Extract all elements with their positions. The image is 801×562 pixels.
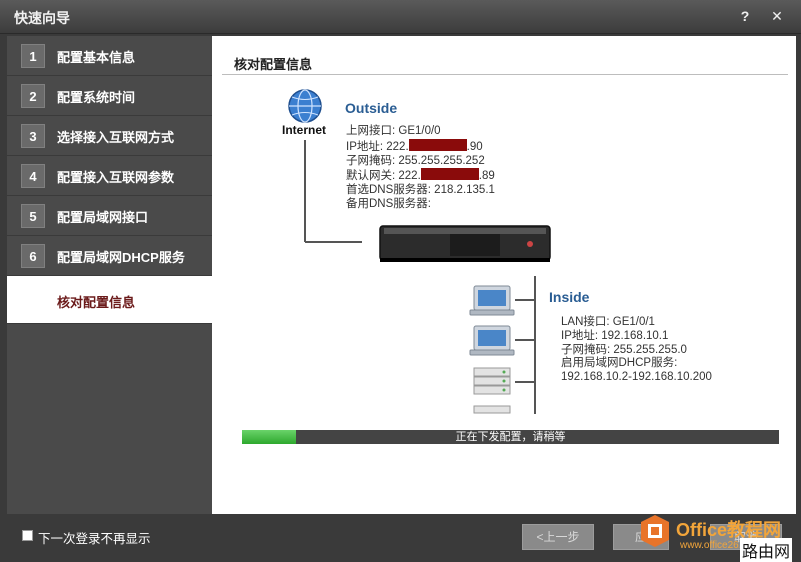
- outside-primary-dns: 首选DNS服务器: 218.2.135.1: [346, 184, 495, 197]
- step-number: 2: [21, 84, 45, 108]
- step-review-config[interactable]: 7 核对配置信息: [7, 276, 212, 324]
- dont-show-again-label: 下一次登录不再显示: [38, 532, 151, 546]
- step-number: 3: [21, 124, 45, 148]
- step-system-time[interactable]: 2 配置系统时间: [7, 76, 212, 116]
- step-label: 配置接入互联网参数: [57, 170, 175, 185]
- inside-dhcp-range: 192.168.10.2-192.168.10.200: [561, 371, 712, 384]
- step-number: 7: [21, 284, 45, 308]
- title-bar: 快速向导 ? ✕: [0, 0, 801, 34]
- outside-gateway-suffix: .89: [478, 170, 495, 183]
- outside-gateway-prefix: 默认网关: 222.: [346, 170, 421, 183]
- help-icon[interactable]: ?: [736, 7, 754, 25]
- outside-heading: Outside: [345, 100, 398, 116]
- globe-icon: [288, 89, 322, 123]
- internet-label: Internet: [282, 123, 327, 137]
- inside-info: LAN接口: GE1/0/1 IP地址: 192.168.10.1 子网掩码: …: [561, 316, 712, 385]
- inside-interface: LAN接口: GE1/0/1: [561, 316, 655, 328]
- wizard-window: 快速向导 ? ✕ 1 配置基本信息 2 配置系统时间 3 选择接入互联网方式 4…: [0, 0, 801, 562]
- step-label: 配置基本信息: [57, 50, 136, 65]
- outside-secondary-dns: 备用DNS服务器:: [346, 197, 431, 210]
- inside-netmask: 子网掩码: 255.255.255.0: [561, 343, 687, 356]
- outside-interface: 上网接口: GE1/0/0: [346, 125, 441, 137]
- step-label: 核对配置信息: [57, 295, 136, 310]
- outside-netmask: 子网掩码: 255.255.255.252: [346, 154, 485, 167]
- inside-dhcp-label: 启用局域网DHCP服务:: [561, 357, 678, 370]
- step-label: 配置局域网接口: [57, 210, 149, 225]
- progress-bar: 正在下发配置，请稍等: [242, 430, 779, 444]
- redaction-block: [420, 168, 479, 181]
- office-logo-icon: [641, 515, 669, 547]
- step-lan-interface[interactable]: 5 配置局域网接口: [7, 196, 212, 236]
- step-lan-dhcp[interactable]: 6 配置局域网DHCP服务: [7, 236, 212, 276]
- content-panel: 核对配置信息 Internet Outside 上网接口: GE1/0/0 IP…: [212, 36, 796, 514]
- outside-info: 上网接口: GE1/0/0 IP地址: 222. .90 子网掩码: 255.25…: [346, 125, 495, 212]
- laptop-icon: [469, 285, 515, 316]
- step-number: 6: [21, 244, 45, 268]
- outside-gateway-row: 默认网关: 222. .89: [346, 168, 495, 184]
- window-title: 快速向导: [14, 10, 70, 26]
- progress-text: 正在下发配置，请稍等: [455, 431, 566, 443]
- outside-ip-prefix: IP地址: 222.: [346, 140, 409, 153]
- step-number: 1: [21, 44, 45, 68]
- firewall-device-icon: [379, 225, 551, 262]
- dont-show-again-checkbox[interactable]: [22, 530, 33, 541]
- step-label: 配置系统时间: [57, 90, 136, 105]
- step-number: 4: [21, 164, 45, 188]
- step-number: 5: [21, 204, 45, 228]
- step-internet-mode[interactable]: 3 选择接入互联网方式: [7, 116, 212, 156]
- step-label: 配置局域网DHCP服务: [57, 250, 185, 265]
- outside-ip-suffix: .90: [466, 140, 483, 153]
- server-icon: [473, 367, 511, 414]
- prev-step-button[interactable]: <上一步: [522, 524, 594, 550]
- inside-heading: Inside: [549, 289, 590, 305]
- step-label: 选择接入互联网方式: [57, 130, 175, 145]
- redaction-block: [408, 138, 467, 151]
- step-internet-params[interactable]: 4 配置接入互联网参数: [7, 156, 212, 196]
- watermark-brand: 路由网: [740, 538, 793, 562]
- laptop-icon: [469, 325, 515, 356]
- outside-ip-row: IP地址: 222. .90: [346, 138, 495, 155]
- close-icon[interactable]: ✕: [768, 7, 786, 25]
- step-basic-info[interactable]: 1 配置基本信息: [7, 36, 212, 76]
- inside-ip: IP地址: 192.168.10.1: [561, 329, 669, 342]
- wizard-steps-sidebar: 1 配置基本信息 2 配置系统时间 3 选择接入互联网方式 4 配置接入互联网参…: [7, 36, 212, 514]
